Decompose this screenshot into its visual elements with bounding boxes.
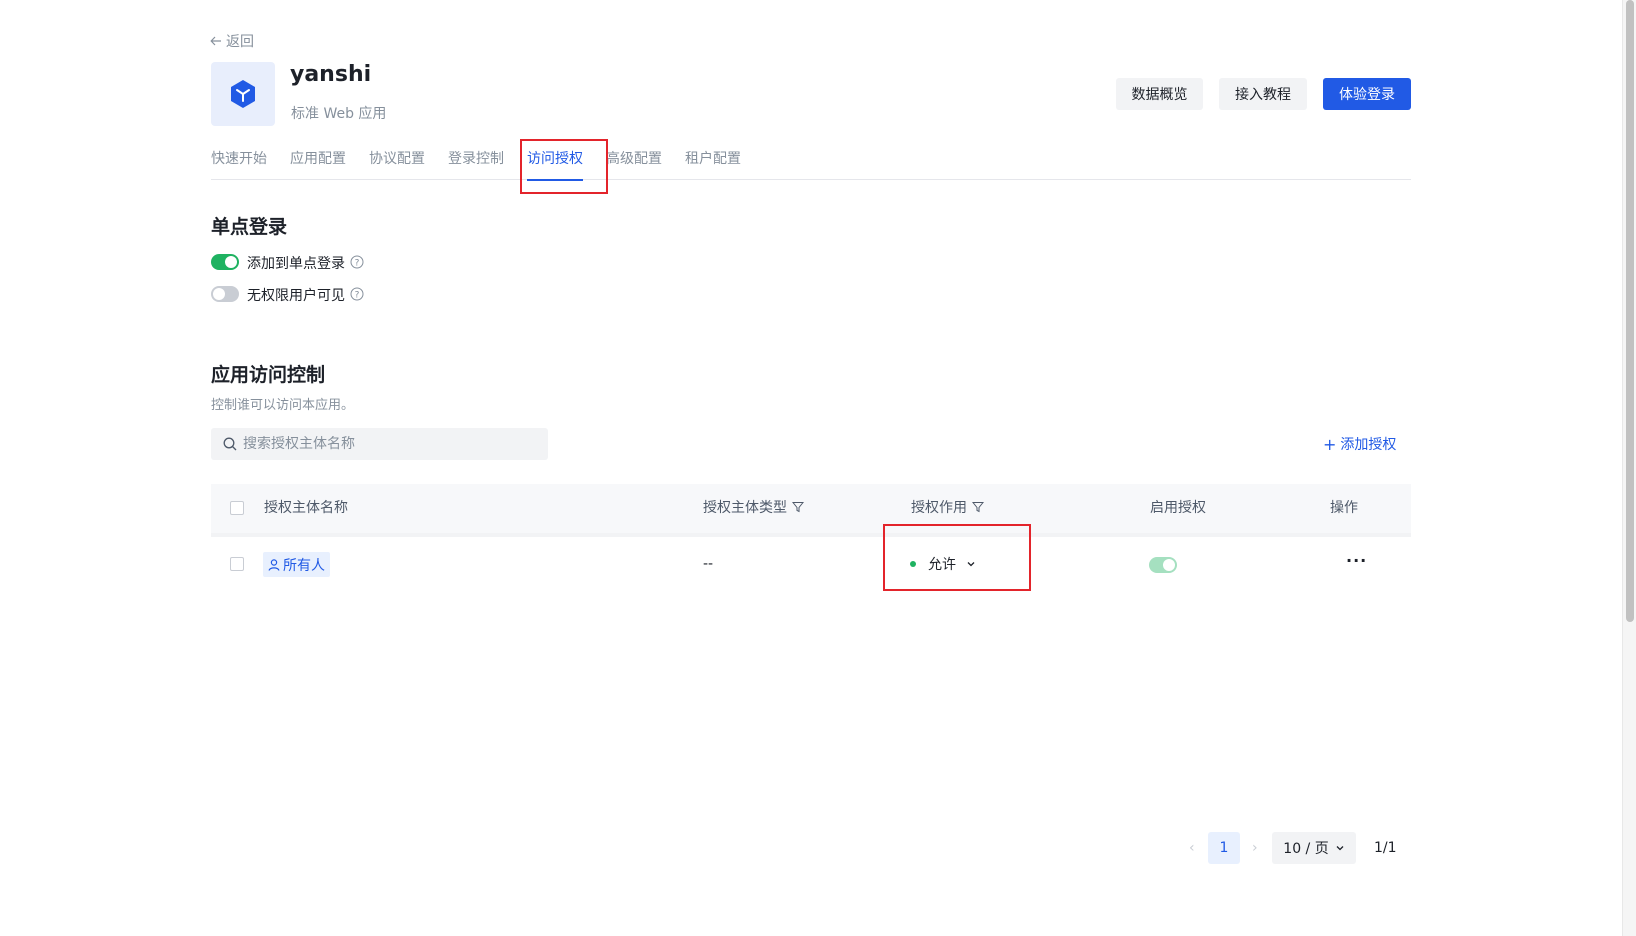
app-type: 标准 Web 应用 [291, 106, 387, 122]
data-overview-button[interactable]: 数据概览 [1116, 78, 1203, 110]
tutorial-button[interactable]: 接入教程 [1219, 78, 1307, 110]
table-header [211, 484, 1411, 534]
select-all-checkbox[interactable] [230, 501, 244, 515]
visible-without-permission-toggle[interactable] [211, 286, 239, 302]
app-logo [211, 62, 275, 126]
column-header-type[interactable]: 授权主体类型 [703, 497, 804, 517]
visible-without-permission-label: 无权限用户可见 [247, 288, 345, 304]
svg-text:?: ? [355, 291, 360, 301]
column-header-enabled: 启用授权 [1150, 500, 1206, 516]
tab-app-config[interactable]: 应用配置 [290, 150, 346, 180]
back-label: 返回 [226, 34, 254, 50]
column-header-name: 授权主体名称 [264, 500, 348, 516]
column-header-actions: 操作 [1330, 500, 1358, 516]
table-header-divider [211, 533, 1411, 537]
page-size-select[interactable]: 10 / 页 [1272, 832, 1356, 864]
page-size-value: 10 / 页 [1283, 841, 1329, 857]
effect-highlight-box [883, 524, 1031, 591]
principal-name: 所有人 [283, 557, 325, 574]
filter-icon[interactable] [792, 501, 804, 513]
next-page-button[interactable]: › [1252, 840, 1258, 856]
page-total: 1/1 [1374, 840, 1397, 856]
add-authorization-label: 添加授权 [1340, 437, 1397, 453]
filter-icon[interactable] [972, 501, 984, 513]
tab-highlight-box [520, 139, 608, 194]
help-icon[interactable]: ? [350, 255, 364, 269]
row-checkbox[interactable] [230, 557, 244, 571]
sso-add-label: 添加到单点登录 [247, 256, 345, 272]
app-name: yanshi [290, 62, 372, 87]
cube-icon [231, 80, 255, 108]
access-control-description: 控制谁可以访问本应用。 [211, 398, 355, 413]
tab-protocol-config[interactable]: 协议配置 [369, 150, 425, 180]
back-link[interactable]: 返回 [210, 31, 254, 51]
principal-tag[interactable]: 所有人 [263, 552, 330, 577]
add-authorization-link[interactable]: + 添加授权 [1323, 434, 1396, 454]
search-icon [223, 437, 237, 451]
plus-icon: + [1323, 434, 1337, 454]
try-login-button[interactable]: 体验登录 [1323, 78, 1411, 110]
search-input[interactable] [243, 436, 533, 452]
enable-authorization-toggle[interactable] [1149, 557, 1177, 573]
access-control-title: 应用访问控制 [211, 364, 326, 386]
column-header-effect[interactable]: 授权作用 [911, 497, 984, 517]
tab-tenant-config[interactable]: 租户配置 [685, 150, 741, 180]
principal-type: -- [703, 556, 714, 572]
user-icon [268, 558, 280, 571]
tab-bar: 快速开始 应用配置 协议配置 登录控制 访问授权 高级配置 租户配置 [211, 150, 1411, 181]
tab-advanced-config[interactable]: 高级配置 [606, 150, 662, 180]
sso-add-toggle[interactable] [211, 254, 239, 270]
tab-quick-start[interactable]: 快速开始 [211, 150, 267, 180]
help-icon[interactable]: ? [350, 287, 364, 301]
search-box[interactable] [211, 428, 548, 460]
sso-title: 单点登录 [211, 216, 288, 238]
prev-page-button[interactable]: ‹ [1189, 840, 1195, 856]
page-1-button[interactable]: 1 [1208, 832, 1240, 864]
more-actions-button[interactable]: ··· [1346, 551, 1367, 570]
svg-text:?: ? [355, 259, 360, 269]
tab-login-control[interactable]: 登录控制 [448, 150, 504, 180]
scrollbar-thumb[interactable] [1626, 0, 1634, 622]
arrow-left-icon [210, 36, 221, 46]
chevron-down-icon [1336, 846, 1344, 851]
